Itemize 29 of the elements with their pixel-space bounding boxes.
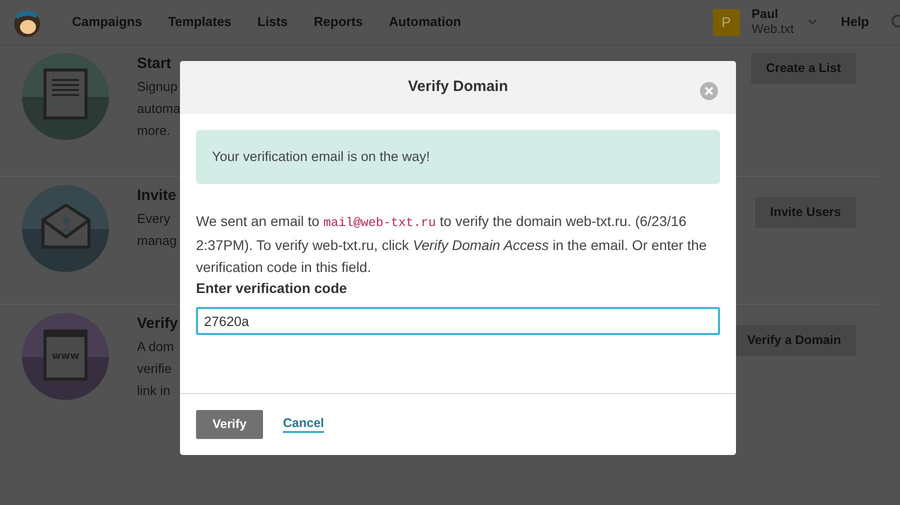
feature-description: verifie — [137, 360, 172, 378]
caret-icon[interactable] — [808, 19, 817, 25]
nav-link[interactable]: Reports — [314, 12, 363, 32]
cancel-link[interactable]: Cancel — [283, 416, 324, 433]
feature-description: link in — [137, 382, 170, 400]
close-button[interactable] — [700, 79, 718, 97]
instruction-text: We sent an email to mail@web-txt.ru to verify the domain web-txt.ru. (6/23/16 2:37PM). To verify web-txt.ru, click Verify Domain Access in the email. Or enter the verification code in this field. — [196, 212, 708, 278]
help-link[interactable]: Help — [840, 12, 869, 32]
search-icon[interactable] — [891, 14, 900, 30]
feature-description: A dom — [137, 338, 174, 356]
verify-button[interactable]: Verify — [196, 410, 263, 439]
feature-description: Signup — [137, 78, 178, 96]
feature-title: Invite — [137, 186, 176, 206]
nav-link[interactable]: Lists — [257, 12, 288, 32]
feature-description: manag — [137, 232, 177, 250]
feature-title: Verify — [137, 314, 178, 334]
nav-link[interactable]: Automation — [388, 12, 462, 32]
modal-title: Verify Domain — [408, 77, 508, 98]
success-alert: Your verification email is on the way! — [196, 130, 720, 184]
account-name: Paul — [752, 7, 780, 22]
avatar[interactable]: P — [712, 8, 740, 36]
nav-link[interactable]: Campaigns — [72, 12, 142, 32]
feature-description: Every — [137, 210, 170, 228]
nav-link[interactable]: Templates — [168, 12, 232, 32]
feature-description: more. — [137, 122, 170, 140]
feature-title: Start — [137, 54, 172, 74]
input-field[interactable]: 27620a — [196, 307, 720, 336]
feature-description: automa — [137, 100, 180, 118]
field-label: Enter verification code — [196, 279, 348, 298]
